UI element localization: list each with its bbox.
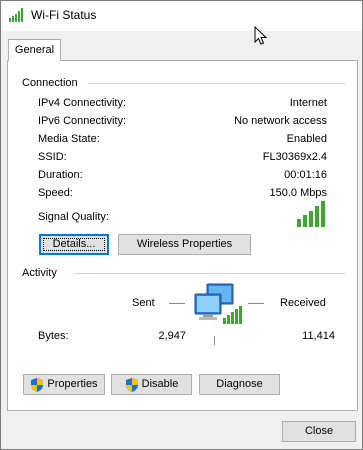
duration-value: 00:01:16 [284,169,327,181]
title-bar[interactable]: Wi-Fi Status [1,1,362,31]
bytes-label: Bytes: [38,330,69,342]
duration-label: Duration: [38,169,83,181]
sent-line [169,303,185,304]
disable-button-label: Disable [141,378,179,390]
wifi-signal-icon [9,8,23,22]
connection-divider [88,83,345,84]
wifi-status-window: Wi-Fi Status General Connection IPv4 Con… [0,0,363,450]
ipv6-value: No network access [234,115,327,127]
properties-button[interactable]: Properties [23,374,105,395]
bytes-sent-value: 2,947 [158,330,186,342]
bytes-received-value: 11,414 [302,330,335,342]
signal-quality-bars-icon [297,201,325,227]
close-button-label: Close [304,425,334,437]
ssid-label: SSID: [38,151,67,163]
details-button-label: Details... [52,238,96,250]
wireless-properties-button[interactable]: Wireless Properties [118,234,251,255]
signal-quality-label: Signal Quality: [38,211,109,223]
ipv4-label: IPv4 Connectivity: [38,97,127,109]
media-state-value: Enabled [286,133,327,145]
activity-divider [74,273,345,274]
network-computers-icon [194,283,242,324]
received-label: Received [280,297,326,309]
ipv6-label: IPv6 Connectivity: [38,115,127,127]
tab-general[interactable]: General [8,39,61,61]
received-line [248,303,264,304]
media-state-label: Media State: [38,133,100,145]
speed-label: Speed: [38,187,73,199]
sent-label: Sent [132,297,155,309]
tab-general-label: General [14,44,55,56]
ipv4-value: Internet [289,97,327,109]
properties-button-label: Properties [47,378,98,390]
mouse-pointer-icon [254,26,268,45]
ssid-value: FL30369x2.4 [262,151,327,163]
wireless-properties-label: Wireless Properties [136,238,233,250]
window-title: Wi-Fi Status [31,8,97,22]
close-button[interactable]: Close [282,421,356,442]
activity-header: Activity [22,267,57,279]
speed-value: 150.0 Mbps [269,187,327,199]
diagnose-button-label: Diagnose [216,378,263,390]
connection-header: Connection [22,77,78,89]
disable-button[interactable]: Disable [111,374,192,395]
uac-shield-icon [31,377,44,392]
details-button[interactable]: Details... [39,234,109,255]
activity-divider-tick [214,336,215,345]
diagnose-button[interactable]: Diagnose [199,374,280,395]
general-panel: Connection IPv4 Connectivity: Internet I… [7,60,358,411]
uac-shield-icon [125,377,138,392]
